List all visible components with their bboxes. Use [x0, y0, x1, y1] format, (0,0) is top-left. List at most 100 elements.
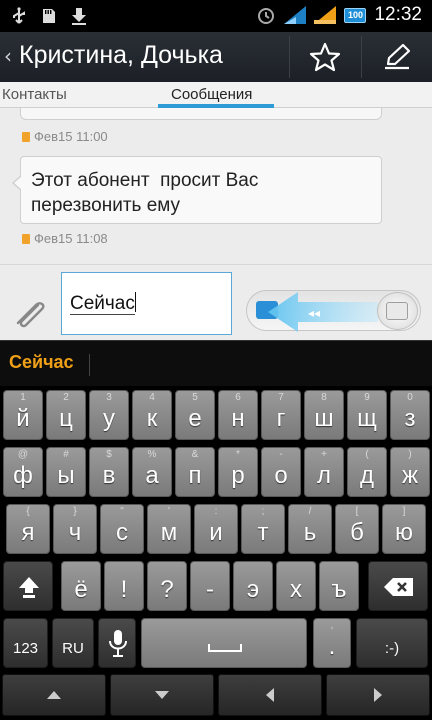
key-label: х	[290, 576, 302, 603]
key-hint: {	[26, 506, 30, 517]
key-hint: :	[214, 506, 218, 517]
message-timestamp: Фев15 11:00	[22, 129, 108, 144]
key[interactable]: + л	[304, 447, 344, 497]
text-cursor	[134, 292, 136, 312]
key-hint: /	[308, 506, 312, 517]
key[interactable]: 5е	[175, 390, 215, 440]
key-label: ъ	[331, 576, 347, 603]
space-key[interactable]	[141, 618, 307, 668]
usb-icon	[13, 7, 25, 24]
punctuation-key[interactable]: ,.	[313, 618, 351, 668]
key-hint: (	[365, 449, 369, 460]
key-label: ю	[395, 519, 413, 546]
key[interactable]: -	[190, 561, 230, 611]
key-label: г	[276, 405, 286, 432]
tab-contacts[interactable]: Контакты	[2, 86, 67, 103]
language-key[interactable]: RU	[52, 618, 94, 668]
key[interactable]: 8ш	[304, 390, 344, 440]
nav-down-button[interactable]	[110, 674, 214, 716]
nav-up-button[interactable]	[2, 674, 106, 716]
key-label: ж	[401, 462, 419, 489]
key[interactable]: 4к	[132, 390, 172, 440]
key[interactable]: } ч	[53, 504, 97, 554]
message-input[interactable]: Сейчас	[61, 272, 232, 335]
key[interactable]: ) ж	[390, 447, 430, 497]
key-label: ы	[57, 462, 75, 489]
key-label: м	[160, 519, 178, 546]
key[interactable]: 1й	[3, 390, 43, 440]
status-time: 12:32	[374, 4, 422, 25]
key[interactable]: :и	[194, 504, 238, 554]
tab-bar: Контакты Сообщения	[0, 82, 432, 108]
key-label: ё	[74, 576, 88, 603]
paperclip-icon[interactable]	[12, 297, 52, 329]
key[interactable]: & п	[175, 447, 215, 497]
key-label: .	[328, 633, 336, 660]
download-icon	[72, 8, 86, 25]
tab-messages[interactable]: Сообщения	[171, 86, 252, 103]
key-label: л	[316, 462, 331, 489]
key[interactable]: % а	[132, 447, 172, 497]
key-label: и	[209, 519, 223, 546]
key-hint: 7	[278, 392, 284, 403]
nav-right-icon	[374, 688, 382, 702]
signal-icon	[284, 6, 307, 24]
key-label: э	[246, 576, 260, 603]
key[interactable]: 7г	[261, 390, 301, 440]
key[interactable]: ?	[147, 561, 187, 611]
key[interactable]: 0з	[390, 390, 430, 440]
key[interactable]: х	[276, 561, 316, 611]
key[interactable]: @ ф	[3, 447, 43, 497]
key-label: н	[231, 405, 245, 432]
key[interactable]: ъ	[319, 561, 359, 611]
backspace-key[interactable]	[368, 561, 428, 611]
back-caret-icon[interactable]: ‹	[4, 44, 12, 68]
suggestion-word[interactable]: Сейчас	[9, 352, 74, 373]
key[interactable]: {я	[6, 504, 50, 554]
key[interactable]: ' м	[147, 504, 191, 554]
star-icon	[309, 42, 341, 72]
key[interactable]: $ в	[89, 447, 129, 497]
key[interactable]: 2ц	[46, 390, 86, 440]
favorite-button[interactable]	[290, 34, 360, 80]
key-hint: 5	[192, 392, 198, 403]
timestamp-text: Фев15 11:00	[34, 129, 108, 144]
key[interactable]: -о	[261, 447, 301, 497]
key[interactable]: ; т	[241, 504, 285, 554]
message-list[interactable]: Фев15 11:00 Этот абонент просит Вас пере…	[0, 108, 432, 264]
key-label: ш	[314, 405, 334, 432]
key[interactable]: ] ю	[382, 504, 426, 554]
key[interactable]: !	[104, 561, 144, 611]
key[interactable]: 3у	[89, 390, 129, 440]
status-bar: 100 12:32	[0, 0, 432, 32]
space-icon	[208, 644, 242, 652]
voice-key[interactable]	[98, 618, 136, 668]
compose-button[interactable]	[362, 34, 432, 80]
key-hint: 9	[364, 392, 370, 403]
key-label: у	[103, 405, 115, 432]
message-status-icon	[22, 131, 30, 142]
nav-left-button[interactable]	[218, 674, 322, 716]
message-bubble[interactable]: Этот абонент просит Вас перезвонить ему	[12, 156, 382, 224]
nav-right-button[interactable]	[326, 674, 430, 716]
suggestion-bar: Сейчас	[0, 340, 432, 386]
smiley-key[interactable]: :-)	[356, 618, 428, 668]
suggestion-divider	[89, 354, 90, 376]
key[interactable]: [б	[335, 504, 379, 554]
key[interactable]: / ь	[288, 504, 332, 554]
shift-key[interactable]	[3, 561, 53, 611]
key[interactable]: " с	[100, 504, 144, 554]
key-hint: %	[147, 449, 157, 460]
key[interactable]: 6н	[218, 390, 258, 440]
key-hint: ;	[261, 506, 265, 517]
key[interactable]: ё	[61, 561, 101, 611]
numbers-key[interactable]: 123	[3, 618, 48, 668]
key[interactable]: 9щ	[347, 390, 387, 440]
key[interactable]: (д	[347, 447, 387, 497]
key-label: з	[404, 405, 416, 432]
backspace-icon	[384, 578, 413, 596]
key[interactable]: # ы	[46, 447, 86, 497]
key[interactable]: * р	[218, 447, 258, 497]
page-title[interactable]: Кристина, Дочька	[19, 41, 223, 70]
key[interactable]: э	[233, 561, 273, 611]
